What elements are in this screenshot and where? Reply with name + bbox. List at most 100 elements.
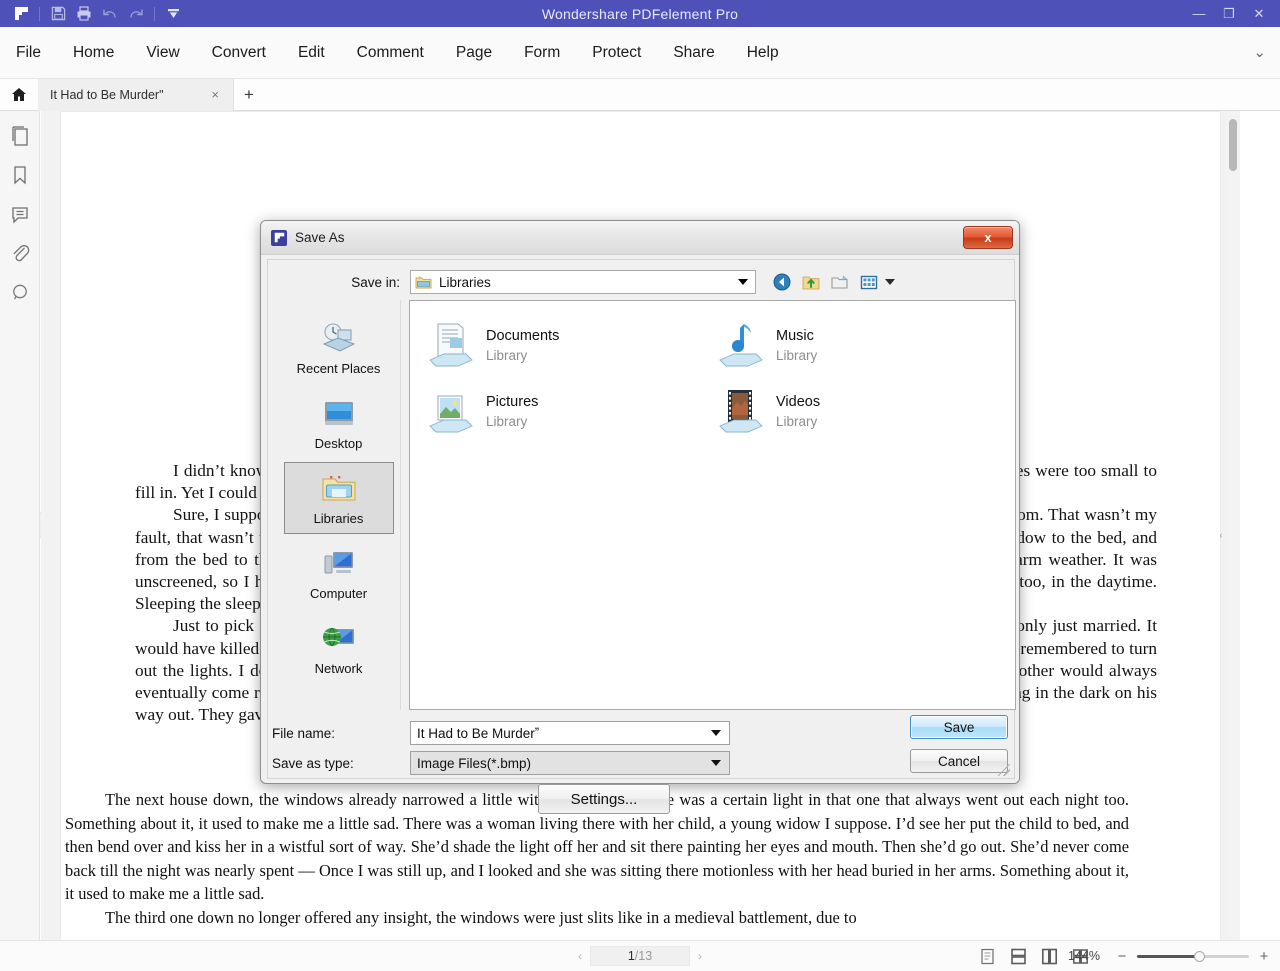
- left-tool-rail: [0, 111, 40, 940]
- home-icon[interactable]: [0, 79, 38, 111]
- documents-library-icon: [422, 317, 480, 375]
- place-network[interactable]: Network: [284, 612, 394, 684]
- dialog-title-bar: Save As x: [261, 221, 1019, 255]
- document-tab[interactable]: It Had to Be Murder" ×: [38, 78, 234, 111]
- cancel-button[interactable]: Cancel: [910, 749, 1008, 773]
- zoom-slider[interactable]: [1137, 949, 1249, 963]
- dialog-resize-grip[interactable]: [998, 764, 1010, 776]
- back-navigate-icon[interactable]: [772, 272, 792, 292]
- continuous-view-icon[interactable]: [1009, 947, 1028, 966]
- menu-comment[interactable]: Comment: [341, 27, 440, 79]
- right-panel-collapse-handle[interactable]: ‹: [1217, 522, 1225, 548]
- place-computer[interactable]: Computer: [284, 537, 394, 609]
- zoom-in-button[interactable]: +: [1258, 948, 1270, 965]
- views-icon[interactable]: [859, 272, 879, 292]
- save-in-row: Save in: Libraries: [268, 264, 1016, 300]
- desktop-icon: [319, 396, 359, 432]
- save-as-type-row: Save as type: Image Files(*.bmp): [268, 748, 1016, 778]
- dialog-fields: File name: It Had to Be Murderˮ Save as …: [268, 718, 1016, 778]
- menu-form[interactable]: Form: [508, 27, 576, 79]
- file-name-value: It Had to Be Murderˮ: [417, 725, 540, 741]
- place-recent-places[interactable]: Recent Places: [284, 312, 394, 384]
- list-item[interactable]: Documents Library: [416, 313, 706, 379]
- settings-button[interactable]: Settings...: [538, 784, 670, 814]
- chevron-down-icon[interactable]: [738, 279, 748, 285]
- menu-help[interactable]: Help: [731, 27, 795, 79]
- close-icon[interactable]: ×: [205, 87, 225, 102]
- up-one-level-icon[interactable]: [801, 272, 821, 292]
- file-list[interactable]: Documents Library Music Library Pictures…: [409, 300, 1016, 710]
- menu-convert[interactable]: Convert: [196, 27, 282, 79]
- page-number-input[interactable]: 1 /13: [590, 946, 690, 966]
- save-as-type-value: Image Files(*.bmp): [417, 755, 532, 771]
- menu-protect[interactable]: Protect: [576, 27, 657, 79]
- place-libraries[interactable]: Libraries: [283, 462, 394, 534]
- save-in-combobox[interactable]: Libraries: [410, 270, 756, 294]
- file-name-row: File name: It Had to Be Murderˮ: [268, 718, 1016, 748]
- file-name: Music: [776, 328, 814, 344]
- create-new-folder-icon[interactable]: [830, 272, 850, 292]
- file-subtitle: Library: [486, 414, 528, 429]
- menu-home[interactable]: Home: [57, 27, 130, 79]
- save-in-value: Libraries: [439, 274, 491, 290]
- chevron-down-icon[interactable]: [711, 730, 721, 736]
- computer-icon: [319, 546, 359, 582]
- pages-panel-icon[interactable]: [7, 123, 33, 149]
- libraries-icon: [319, 471, 359, 507]
- tab-bar: It Had to Be Murder" × +: [0, 78, 1280, 111]
- save-button[interactable]: Save: [910, 715, 1008, 739]
- list-item[interactable]: Videos Library: [706, 379, 996, 445]
- window-title: Wondershare PDFelement Pro: [541, 5, 739, 22]
- place-label: Libraries: [313, 510, 364, 526]
- new-tab-button[interactable]: +: [234, 85, 264, 105]
- document-tab-label: It Had to Be Murder": [50, 87, 164, 102]
- list-item[interactable]: Pictures Library: [416, 379, 706, 445]
- pictures-library-icon: [422, 383, 480, 441]
- place-desktop[interactable]: Desktop: [284, 387, 394, 459]
- previous-page-button[interactable]: ‹: [578, 949, 582, 963]
- file-name: Pictures: [486, 394, 539, 410]
- place-label: Computer: [309, 585, 368, 601]
- attachments-panel-icon[interactable]: [7, 240, 33, 266]
- menu-bar: File Home View Convert Edit Comment Page…: [0, 27, 1280, 79]
- menu-edit[interactable]: Edit: [282, 27, 341, 79]
- maximize-button[interactable]: ❐: [1214, 0, 1244, 27]
- dialog-close-button[interactable]: x: [963, 226, 1013, 249]
- search-panel-icon[interactable]: [7, 279, 33, 305]
- chevron-down-icon[interactable]: [711, 760, 721, 766]
- place-label: Recent Places: [296, 360, 381, 376]
- file-subtitle: Library: [776, 414, 818, 429]
- menu-view[interactable]: View: [130, 27, 195, 79]
- document-scrollbar[interactable]: [1226, 111, 1240, 940]
- facing-page-view-icon[interactable]: [1040, 947, 1059, 966]
- close-button[interactable]: ✕: [1244, 0, 1274, 27]
- menu-file[interactable]: File: [0, 27, 57, 79]
- menu-share[interactable]: Share: [657, 27, 730, 79]
- slider-track-filled: [1137, 954, 1199, 958]
- bookmarks-panel-icon[interactable]: [7, 162, 33, 188]
- window-controls: — ❐ ✕: [1184, 0, 1274, 27]
- slider-track-empty: [1199, 954, 1249, 958]
- next-page-button[interactable]: ›: [698, 949, 702, 963]
- list-item[interactable]: Music Library: [706, 313, 996, 379]
- file-subtitle: Library: [486, 348, 528, 363]
- chevron-down-icon[interactable]: [885, 279, 895, 285]
- zoom-level-label[interactable]: 144%: [1061, 949, 1107, 963]
- dialog-body: Save in: Libraries Recent Places Desktop…: [267, 259, 1016, 814]
- file-name-input[interactable]: It Had to Be Murderˮ: [410, 721, 730, 745]
- chevron-down-icon[interactable]: ⌄: [1253, 43, 1266, 61]
- minimize-button[interactable]: —: [1184, 0, 1214, 27]
- scrollbar-thumb[interactable]: [1229, 119, 1237, 171]
- save-as-type-select[interactable]: Image Files(*.bmp): [410, 751, 730, 775]
- libraries-folder-icon: [415, 275, 432, 290]
- place-label: Network: [314, 660, 363, 676]
- single-page-view-icon[interactable]: [978, 947, 997, 966]
- slider-knob[interactable]: [1194, 950, 1205, 962]
- dialog-nav-toolbar: [772, 272, 895, 292]
- menu-page[interactable]: Page: [440, 27, 508, 79]
- paragraph-5: The third one down no longer offered any…: [105, 907, 857, 927]
- comments-panel-icon[interactable]: [7, 201, 33, 227]
- zoom-out-button[interactable]: −: [1116, 948, 1128, 965]
- videos-library-icon: [712, 383, 770, 441]
- network-icon: [319, 621, 359, 657]
